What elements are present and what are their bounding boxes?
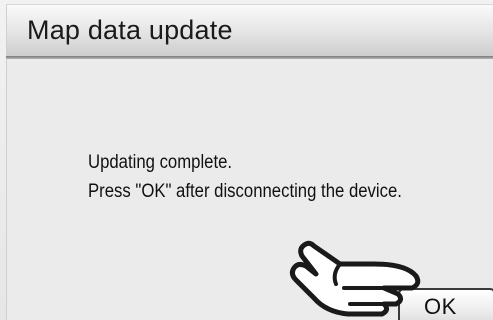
status-message: Updating complete. Press "OK" after disc… [88,148,402,206]
map-data-update-screen: Map data update Updating complete. Press… [0,0,493,320]
pointing-hand-icon [289,240,421,317]
message-line-complete: Updating complete. [88,152,233,173]
ok-button-label: OK [424,294,457,319]
title-bar: Map data update [6,4,493,56]
message-line-instruction: Press "OK" after disconnecting the devic… [88,181,402,202]
dialog-title: Map data update [27,15,233,45]
